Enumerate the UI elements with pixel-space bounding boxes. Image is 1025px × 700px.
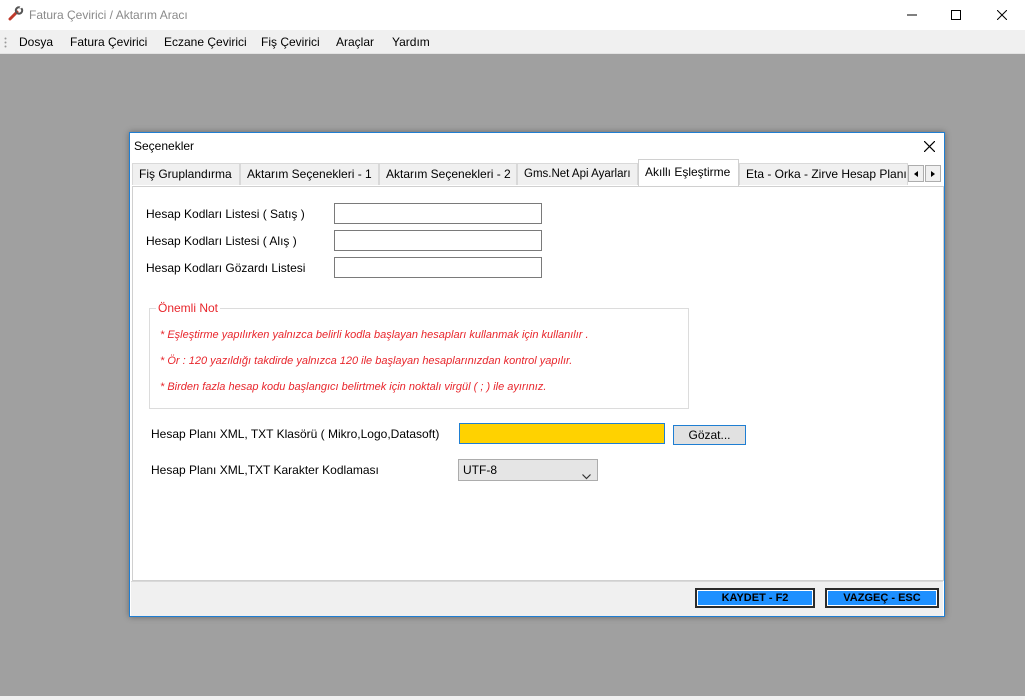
note-line-1: * Eşleştirme yapılırken yalnızca belirli…: [160, 329, 589, 341]
minimize-icon: [907, 14, 917, 16]
menu-bar: Dosya Fatura Çevirici Eczane Çevirici Fi…: [0, 30, 1025, 54]
tab-panel-akilli-eslestirme: Hesap Kodları Listesi ( Satış ) Hesap Ko…: [132, 186, 944, 581]
alis-input[interactable]: [334, 230, 542, 251]
tab-aktarim-secenekleri-2[interactable]: Aktarım Seçenekleri - 2: [379, 163, 517, 185]
tab-gms-net-api-ayarlari[interactable]: Gms.Net Api Ayarları: [517, 163, 638, 185]
tab-scroll-left-button[interactable]: [908, 165, 924, 182]
options-dialog: Seçenekler Fiş Gruplandırma Aktarım Seçe…: [129, 132, 945, 617]
save-button[interactable]: KAYDET - F2: [695, 588, 815, 608]
tab-scroll-right-button[interactable]: [925, 165, 941, 182]
menu-yardim[interactable]: Yardım: [392, 35, 430, 49]
arrow-left-icon: [914, 170, 918, 177]
wrench-icon: [8, 5, 24, 22]
menu-eczane-cevirici[interactable]: Eczane Çevirici: [164, 35, 247, 49]
window-title: Fatura Çevirici / Aktarım Aracı: [29, 8, 188, 22]
maximize-icon: [951, 10, 961, 20]
tab-fis-gruplandirma[interactable]: Fiş Gruplandırma: [132, 163, 240, 185]
dialog-close-button[interactable]: [918, 135, 940, 157]
encoding-selected-value: UTF-8: [463, 463, 497, 477]
dialog-title: Seçenekler: [134, 139, 195, 153]
menu-grip-icon: [4, 37, 7, 48]
encoding-select[interactable]: UTF-8: [458, 459, 598, 481]
tab-eta-orka-zirve[interactable]: Eta - Orka - Zirve Hesap Planı: [739, 163, 908, 185]
folder-label: Hesap Planı XML, TXT Klasörü ( Mikro,Log…: [151, 427, 440, 441]
close-icon: [923, 140, 935, 152]
gozardi-label: Hesap Kodları Gözardı Listesi: [146, 261, 306, 275]
menu-fis-cevirici[interactable]: Fiş Çevirici: [261, 35, 320, 49]
satis-input[interactable]: [334, 203, 542, 224]
close-icon: [997, 10, 1007, 20]
menu-dosya[interactable]: Dosya: [19, 35, 53, 49]
important-note-group: Önemli Not * Eşleştirme yapılırken yalnı…: [149, 301, 689, 409]
menu-araclar[interactable]: Araçlar: [336, 35, 374, 49]
browse-button[interactable]: Gözat...: [673, 425, 746, 445]
close-button[interactable]: [979, 0, 1025, 30]
minimize-button[interactable]: [889, 0, 935, 30]
gozardi-input[interactable]: [334, 257, 542, 278]
bottom-strip: [0, 696, 1025, 700]
chevron-down-icon: [582, 466, 591, 486]
arrow-right-icon: [931, 170, 935, 177]
folder-path-input[interactable]: [459, 423, 665, 444]
tab-strip: Fiş Gruplandırma Aktarım Seçenekleri - 1…: [132, 159, 944, 187]
satis-label: Hesap Kodları Listesi ( Satış ): [146, 207, 305, 221]
window-titlebar: Fatura Çevirici / Aktarım Aracı: [0, 0, 1025, 30]
menu-fatura-cevirici[interactable]: Fatura Çevirici: [70, 35, 147, 49]
maximize-button[interactable]: [933, 0, 979, 30]
note-line-3: * Birden fazla hesap kodu başlangıcı bel…: [160, 381, 547, 393]
alis-label: Hesap Kodları Listesi ( Alış ): [146, 234, 297, 248]
note-line-2: * Ör : 120 yazıldığı takdirde yalnızca 1…: [160, 355, 573, 367]
tab-akilli-eslestirme[interactable]: Akıllı Eşleştirme: [638, 159, 739, 186]
encoding-label: Hesap Planı XML,TXT Karakter Kodlaması: [151, 463, 379, 477]
dialog-footer: KAYDET - F2 VAZGEÇ - ESC: [131, 581, 943, 616]
cancel-button[interactable]: VAZGEÇ - ESC: [825, 588, 939, 608]
tab-aktarim-secenekleri-1[interactable]: Aktarım Seçenekleri - 1: [240, 163, 379, 185]
important-note-title: Önemli Not: [156, 301, 221, 315]
